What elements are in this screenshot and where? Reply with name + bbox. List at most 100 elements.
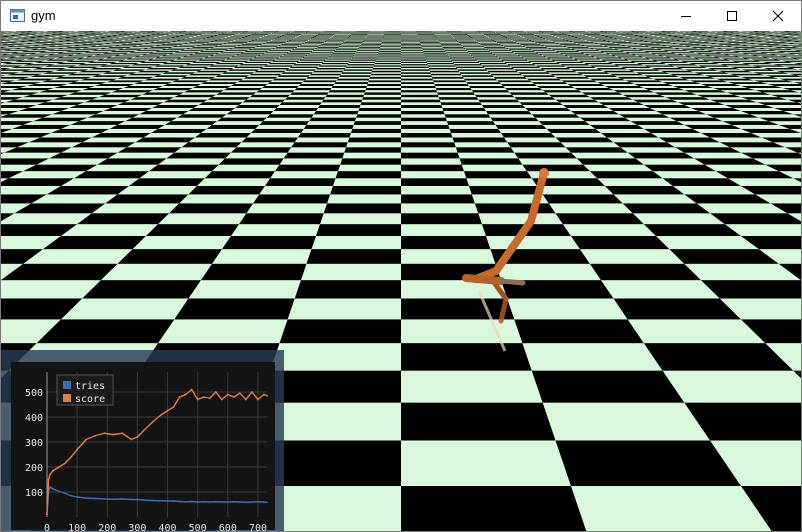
x-tick-label: 0	[44, 523, 50, 532]
app-window-icon	[10, 9, 25, 22]
data-point-score	[257, 399, 259, 401]
data-point-tries	[167, 500, 169, 502]
y-tick-label: 500	[25, 388, 43, 399]
data-point-tries	[215, 501, 217, 503]
data-point-score	[173, 406, 175, 408]
data-point-score	[221, 399, 223, 401]
data-point-score	[233, 396, 235, 398]
maximize-button[interactable]	[709, 1, 755, 31]
data-point-score	[94, 435, 96, 437]
data-point-tries	[58, 491, 60, 493]
data-point-tries	[103, 498, 105, 500]
y-tick-label: 400	[25, 413, 43, 424]
x-tick-label: 500	[189, 523, 207, 532]
data-point-tries	[85, 497, 87, 499]
data-point-score	[209, 397, 211, 399]
legend-swatch-tries	[63, 381, 71, 389]
data-point-score	[58, 466, 60, 468]
data-point-score	[137, 436, 139, 438]
data-point-score	[167, 410, 169, 412]
data-point-score	[112, 434, 114, 436]
data-point-score	[70, 456, 72, 458]
data-point-tries	[245, 501, 247, 503]
data-point-tries	[266, 501, 268, 503]
x-tick-label: 600	[219, 523, 237, 532]
data-point-tries	[70, 495, 72, 497]
data-point-score	[103, 432, 105, 434]
minimize-button[interactable]	[663, 1, 709, 31]
data-point-tries	[137, 499, 139, 501]
data-point-tries	[209, 501, 211, 503]
data-point-score	[52, 470, 54, 472]
legend-swatch-score	[63, 394, 71, 402]
data-point-score	[49, 474, 51, 476]
close-icon	[772, 10, 784, 22]
data-point-tries	[203, 501, 205, 503]
data-point-tries	[143, 499, 145, 501]
data-point-score	[227, 394, 229, 396]
data-point-tries	[130, 499, 132, 501]
data-point-score	[152, 421, 154, 423]
data-point-tries	[233, 501, 235, 503]
data-point-score	[46, 514, 48, 516]
data-point-score	[85, 439, 87, 441]
data-point-score	[64, 462, 66, 464]
x-tick-label: 400	[159, 523, 177, 532]
y-tick-label: 100	[25, 488, 43, 499]
data-point-score	[143, 430, 145, 432]
x-tick-label: 300	[128, 523, 146, 532]
data-point-tries	[185, 501, 187, 503]
data-point-score	[197, 399, 199, 401]
data-point-tries	[251, 501, 253, 503]
window-title: gym	[31, 8, 56, 23]
close-button[interactable]	[755, 1, 801, 31]
y-tick-label: 300	[25, 438, 43, 449]
data-point-tries	[94, 498, 96, 500]
x-tick-label: 200	[98, 523, 116, 532]
y-tick-label: 200	[25, 463, 43, 474]
data-point-tries	[197, 501, 199, 503]
x-tick-label: 100	[68, 523, 86, 532]
data-point-tries	[52, 488, 54, 490]
data-point-score	[239, 392, 241, 394]
title-bar[interactable]: gym	[1, 1, 801, 31]
data-point-score	[191, 389, 193, 391]
legend-label-score: score	[75, 394, 105, 405]
data-point-score	[161, 414, 163, 416]
data-point-score	[215, 391, 217, 393]
plot-area	[11, 362, 275, 530]
data-point-tries	[191, 501, 193, 503]
x-tick-label: 700	[249, 523, 267, 532]
data-point-score	[48, 479, 50, 481]
data-point-score	[251, 391, 253, 393]
data-point-tries	[112, 498, 114, 500]
data-point-score	[263, 394, 265, 396]
data-point-tries	[263, 501, 265, 503]
training-chart: 100 200 300 400 500 0 100 200 300 400 500 600 700 tri…	[1, 350, 284, 532]
minimize-icon	[680, 10, 692, 22]
data-point-tries	[239, 501, 241, 503]
data-point-tries	[179, 501, 181, 503]
data-point-tries	[257, 501, 259, 503]
data-point-tries	[227, 501, 229, 503]
data-point-tries	[152, 500, 154, 502]
data-point-tries	[173, 500, 175, 502]
data-point-score	[179, 396, 181, 398]
app-window: gym 100 200 300 400 500 0 100 200 300 40…	[0, 0, 802, 532]
data-point-tries	[49, 486, 51, 488]
data-point-score	[245, 399, 247, 401]
data-point-score	[185, 394, 187, 396]
data-point-tries	[121, 498, 123, 500]
data-point-tries	[76, 496, 78, 498]
data-point-score	[130, 439, 132, 441]
data-point-score	[121, 432, 123, 434]
maximize-icon	[726, 10, 738, 22]
data-point-tries	[161, 500, 163, 502]
simulation-viewport[interactable]: 100 200 300 400 500 0 100 200 300 400 500 600 700 tri…	[1, 31, 801, 532]
data-point-score	[76, 449, 78, 451]
data-point-tries	[221, 501, 223, 503]
legend-label-tries: tries	[75, 381, 105, 392]
chart-svg: 100 200 300 400 500 0 100 200 300 400 500 600 700 tri…	[1, 350, 284, 532]
data-point-tries	[64, 492, 66, 494]
data-point-score	[266, 395, 268, 397]
